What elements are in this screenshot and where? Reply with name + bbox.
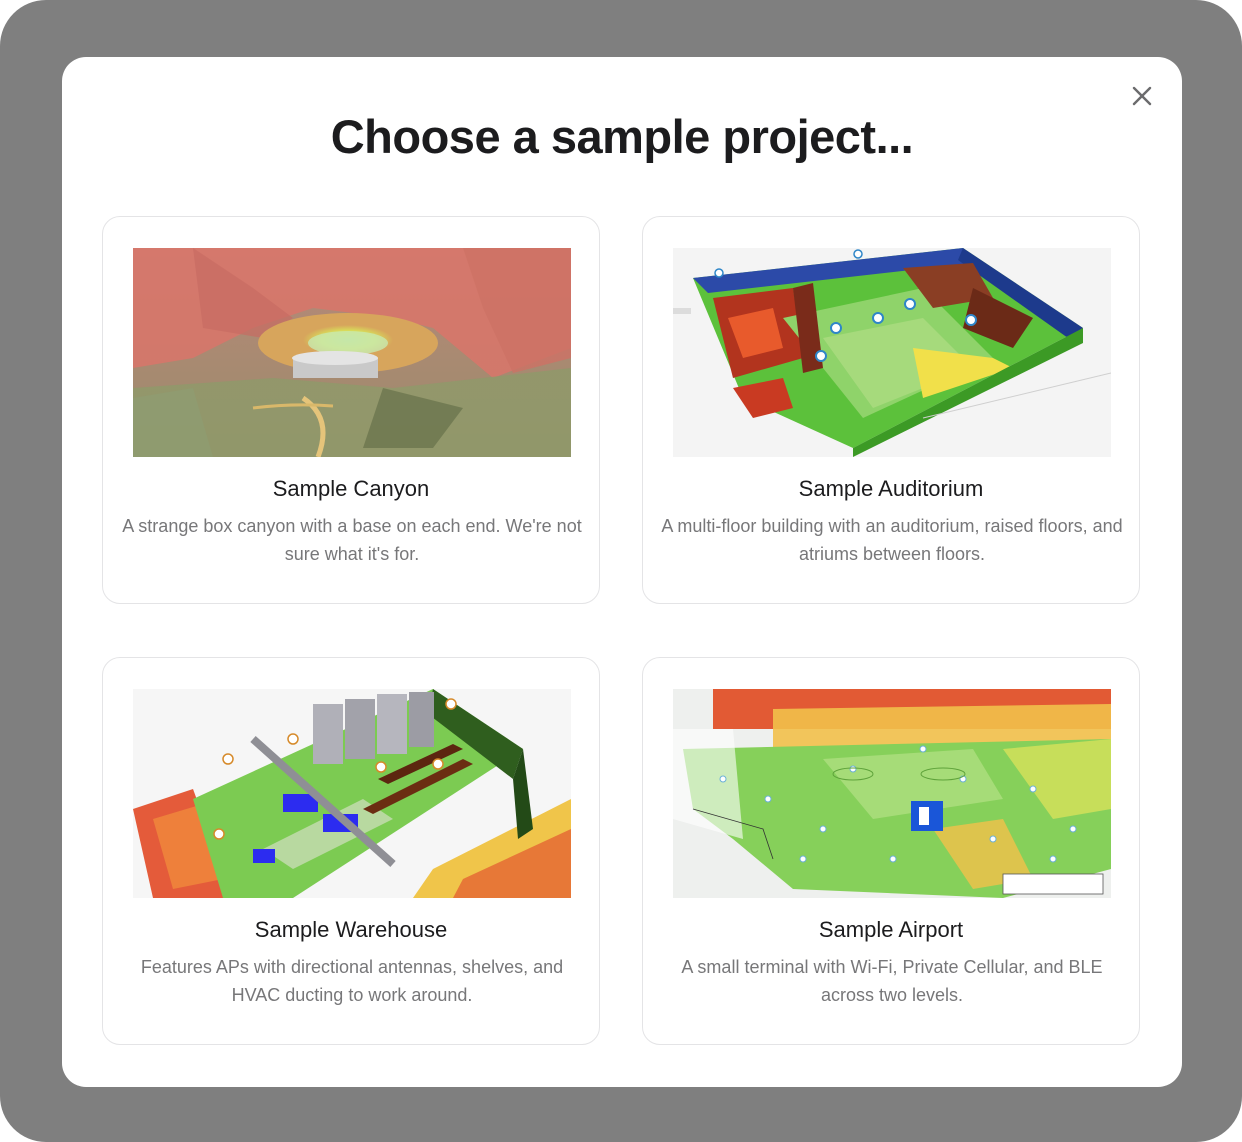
airport-thumbnail	[673, 689, 1111, 898]
sample-project-dialog: Choose a sample project... Sample Canyon…	[62, 57, 1182, 1087]
project-card-canyon[interactable]: Sample Canyon A strange box canyon with …	[102, 216, 600, 604]
project-card-warehouse[interactable]: Sample Warehouse Features APs with direc…	[102, 657, 600, 1045]
dialog-title: Choose a sample project...	[330, 110, 914, 163]
project-card-auditorium[interactable]: Sample Auditorium A multi-floor building…	[642, 216, 1140, 604]
close-button[interactable]	[1125, 79, 1159, 113]
auditorium-thumbnail	[673, 248, 1111, 457]
close-icon	[1132, 86, 1152, 106]
project-description: Features APs with directional antennas, …	[140, 957, 564, 1005]
project-description: A multi-floor building with an auditoriu…	[661, 516, 1123, 564]
project-title: Sample Warehouse	[254, 917, 448, 942]
project-title: Sample Canyon	[272, 476, 430, 501]
warehouse-thumbnail	[133, 689, 571, 898]
project-card-airport[interactable]: Sample Airport A small terminal with Wi-…	[642, 657, 1140, 1045]
project-title: Sample Airport	[818, 917, 964, 942]
project-description: A strange box canyon with a base on each…	[122, 516, 582, 564]
project-title: Sample Auditorium	[798, 476, 984, 501]
canyon-thumbnail	[133, 248, 571, 457]
project-description: A small terminal with Wi-Fi, Private Cel…	[681, 957, 1103, 1005]
